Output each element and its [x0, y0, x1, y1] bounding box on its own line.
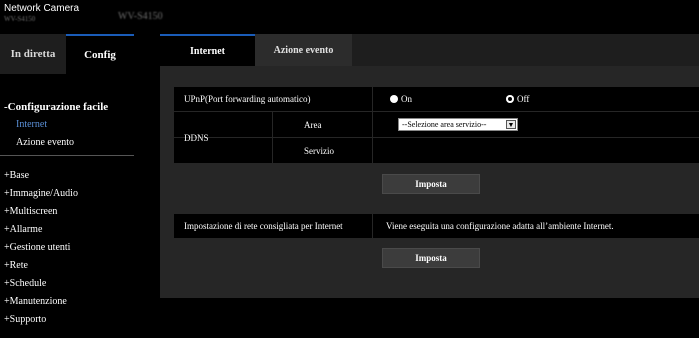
chevron-down-icon[interactable]: ▼: [506, 120, 516, 129]
ddns-servizio-row: Servizio: [174, 138, 699, 163]
section-title-configurazione-facile[interactable]: -Configurazione facile: [4, 101, 108, 113]
table-divider: [372, 87, 373, 163]
brand-model: WV-S4150: [4, 15, 36, 23]
upnp-off-label: Off: [517, 94, 530, 104]
sidebar-item-azione-evento[interactable]: Azione evento: [16, 137, 74, 148]
sidebar-item-supporto[interactable]: +Supporto: [4, 314, 46, 325]
sidebar-item-multiscreen[interactable]: +Multiscreen: [4, 206, 57, 217]
servizio-label: Servizio: [304, 145, 334, 156]
ddns-area-row: Area --Selezione area servizio-- ▼: [174, 112, 699, 137]
tab-internet[interactable]: Internet: [160, 34, 255, 66]
upnp-row: UPnP(Port forwarding automatico) On Off: [174, 87, 699, 111]
radio-off-selected-icon[interactable]: [506, 95, 514, 103]
imposta-button-1[interactable]: Imposta: [382, 174, 480, 194]
sidebar: In diretta Config -Configurazione facile…: [0, 34, 134, 338]
model-title: WV-S4150: [118, 11, 163, 22]
sidebar-item-schedule[interactable]: +Schedule: [4, 278, 46, 289]
upnp-on-label: On: [401, 94, 412, 104]
tab-config[interactable]: Config: [66, 34, 134, 74]
tab-azione-evento[interactable]: Azione evento: [255, 34, 352, 66]
area-select[interactable]: --Selezione area servizio-- ▼: [398, 118, 518, 131]
recommended-label: Impostazione di rete consigliata per Int…: [184, 221, 343, 231]
main-panel: Internet Azione evento UPnP(Port forward…: [160, 34, 699, 298]
recommended-description: Viene eseguita una configurazione adatta…: [386, 221, 614, 231]
main-tabs: Internet Azione evento: [160, 34, 699, 66]
sidebar-item-gestione-utenti[interactable]: +Gestione utenti: [4, 242, 70, 253]
upnp-option-off[interactable]: Off: [506, 87, 529, 111]
area-select-value: --Selezione area servizio--: [402, 120, 487, 129]
sidebar-item-allarme[interactable]: +Allarme: [4, 224, 42, 235]
sidebar-tabs: In diretta Config: [0, 34, 134, 74]
sidebar-item-rete[interactable]: +Rete: [4, 260, 28, 271]
radio-on-icon[interactable]: [390, 95, 398, 103]
brand-block: Network Camera WV-S4150: [4, 3, 79, 24]
upnp-option-on[interactable]: On: [390, 87, 412, 111]
brand-title: Network Camera: [4, 3, 80, 14]
imposta-button-2[interactable]: Imposta: [382, 248, 480, 268]
tab-in-diretta[interactable]: In diretta: [0, 34, 66, 74]
table-divider: [272, 112, 273, 163]
table-divider: [372, 214, 373, 238]
upnp-label: UPnP(Port forwarding automatico): [184, 94, 311, 104]
sidebar-divider: [0, 155, 134, 156]
ddns-label: DDNS: [184, 132, 209, 143]
recommended-row: Impostazione di rete consigliata per Int…: [174, 214, 699, 238]
area-label: Area: [304, 119, 322, 130]
sidebar-item-immagine-audio[interactable]: +Immagine/Audio: [4, 188, 78, 199]
top-bar: Network Camera WV-S4150 WV-S4150: [0, 0, 699, 34]
sidebar-item-base[interactable]: +Base: [4, 170, 29, 181]
sidebar-item-internet[interactable]: Internet: [16, 119, 47, 130]
sidebar-item-manutenzione[interactable]: +Manutenzione: [4, 296, 67, 307]
